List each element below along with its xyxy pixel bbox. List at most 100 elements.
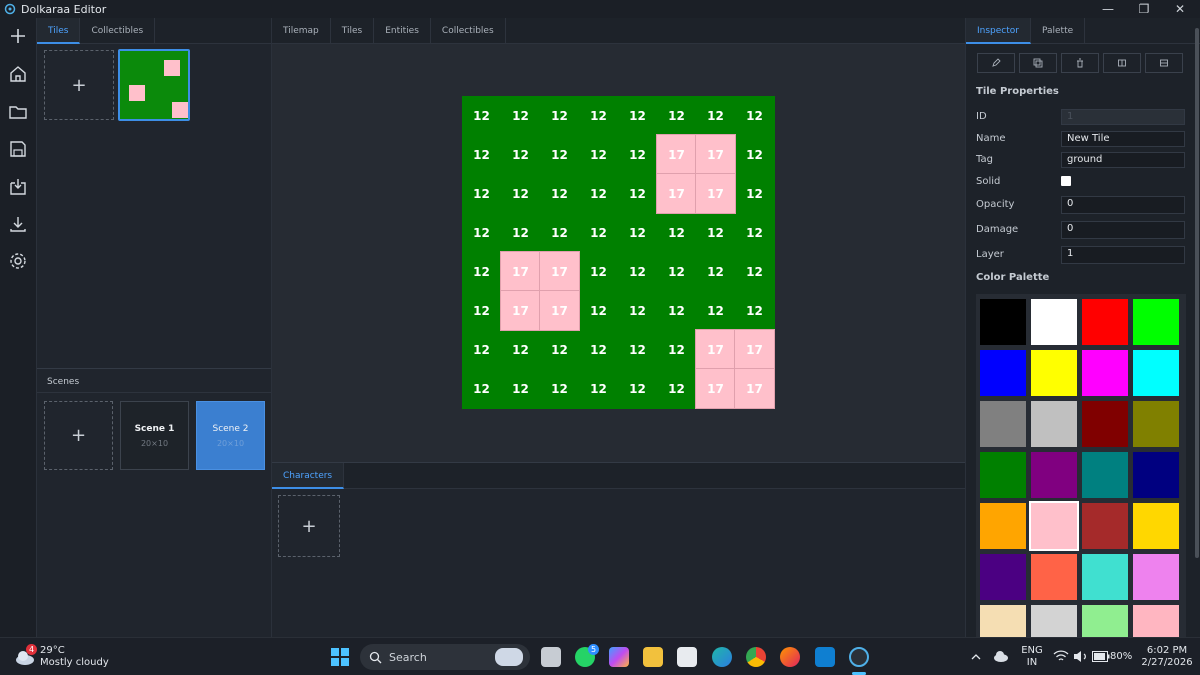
tilemap-cell[interactable]: 17 [734,329,775,370]
tilemap-cell[interactable]: 12 [462,174,501,213]
download-icon[interactable] [8,214,28,234]
weather-description[interactable]: Mostly cloudy [40,657,109,669]
color-swatch[interactable] [980,452,1026,498]
color-swatch[interactable] [1031,554,1077,600]
tilemap-cell[interactable]: 12 [657,96,696,135]
weather-temp[interactable]: 29°C [40,645,65,657]
tilemap-cell[interactable]: 12 [579,252,618,291]
onedrive-cloud-icon[interactable] [993,650,1009,662]
close-button[interactable]: ✕ [1162,0,1198,18]
task-view-icon[interactable] [541,647,561,667]
language-indicator[interactable]: ENG IN [1020,645,1044,669]
flip-horizontal-button[interactable] [1103,53,1141,73]
layer-field[interactable]: 1 [1061,246,1185,264]
color-swatch[interactable] [1031,401,1077,447]
tilemap-cell[interactable]: 12 [657,252,696,291]
add-scene-button[interactable]: + [44,401,113,470]
tilemap-cell[interactable]: 12 [540,213,579,252]
color-swatch[interactable] [1082,554,1128,600]
copilot-icon[interactable] [609,647,629,667]
tilemap-cell[interactable]: 12 [540,96,579,135]
tilemap-cell[interactable]: 12 [735,174,774,213]
store-icon[interactable] [677,647,697,667]
clock[interactable]: 6:02 PM 2/27/2026 [1140,645,1194,669]
tilemap-cell[interactable]: 17 [695,368,736,409]
tilemap-cell[interactable]: 12 [657,213,696,252]
tilemap-cell[interactable]: 12 [462,96,501,135]
taskbar-search[interactable]: Search [360,644,530,670]
tilemap-cell[interactable]: 12 [540,369,579,408]
tilemap-cell[interactable]: 12 [579,330,618,369]
home-icon[interactable] [8,64,28,84]
tilemap-cell[interactable]: 12 [735,213,774,252]
tilemap-cell[interactable]: 12 [462,213,501,252]
scene-card[interactable]: Scene 1 20×10 [120,401,189,470]
tilemap-cell[interactable]: 12 [618,330,657,369]
file-explorer-icon[interactable] [643,647,663,667]
edit-button[interactable] [977,53,1015,73]
minimize-button[interactable]: — [1090,0,1126,18]
tilemap-cell[interactable]: 12 [657,330,696,369]
tilemap-cell[interactable]: 12 [462,291,501,330]
damage-field[interactable]: 0 [1061,221,1185,239]
delete-button[interactable] [1061,53,1099,73]
tab-collectibles[interactable]: Collectibles [431,18,506,44]
color-swatch[interactable] [1133,299,1179,345]
tilemap-cell[interactable]: 12 [696,252,735,291]
tilemap-cell[interactable]: 12 [501,96,540,135]
opacity-field[interactable]: 0 [1061,196,1185,214]
color-swatch[interactable] [980,401,1026,447]
tilemap-cell[interactable]: 12 [462,135,501,174]
tilemap-cell[interactable]: 17 [695,134,736,175]
tilemap-cell[interactable]: 12 [657,369,696,408]
color-swatch[interactable] [980,554,1026,600]
tag-field[interactable]: ground [1061,152,1185,168]
tab-tiles[interactable]: Tiles [37,18,81,44]
color-swatch[interactable] [980,299,1026,345]
dolkaraa-editor-taskbar-icon[interactable] [849,647,869,667]
settings-icon[interactable] [8,251,28,271]
tab-characters[interactable]: Characters [272,463,345,489]
color-swatch[interactable] [1133,503,1179,549]
tilemap-cell[interactable]: 12 [618,96,657,135]
flip-vertical-button[interactable] [1145,53,1183,73]
tilemap-cell[interactable]: 12 [735,96,774,135]
tilemap-cell[interactable]: 12 [735,252,774,291]
tilemap-cell[interactable]: 12 [657,291,696,330]
tilemap-cell[interactable]: 12 [696,96,735,135]
color-swatch[interactable] [1133,452,1179,498]
color-swatch[interactable] [1082,350,1128,396]
tilemap-cell[interactable]: 12 [501,135,540,174]
tilemap-cell[interactable]: 17 [695,173,736,214]
tab-tilemap[interactable]: Tilemap [272,18,331,44]
tile-thumbnail[interactable] [118,49,190,121]
save-icon[interactable] [8,139,28,159]
add-character-button[interactable]: + [278,495,340,557]
tilemap-cell[interactable]: 17 [539,290,580,331]
tilemap-cell[interactable]: 12 [579,291,618,330]
tilemap-cell[interactable]: 12 [579,96,618,135]
color-swatch[interactable] [1133,350,1179,396]
color-swatch[interactable] [1031,299,1077,345]
solid-checkbox[interactable] [1061,176,1071,186]
tilemap-cell[interactable]: 12 [579,135,618,174]
tab-inspector[interactable]: Inspector [966,18,1031,44]
name-field[interactable]: New Tile [1061,131,1185,147]
edge-icon[interactable] [712,647,732,667]
tilemap-cell[interactable]: 17 [695,329,736,370]
chevron-up-icon[interactable] [970,652,982,662]
tilemap-cell[interactable]: 12 [618,135,657,174]
color-swatch[interactable] [1031,605,1077,637]
tilemap-cell[interactable]: 12 [696,291,735,330]
tilemap-cell[interactable]: 12 [618,174,657,213]
color-swatch[interactable] [1133,605,1179,637]
tilemap-cell[interactable]: 12 [618,291,657,330]
tilemap-cell[interactable]: 12 [696,213,735,252]
tilemap-cell[interactable]: 12 [579,213,618,252]
color-swatch[interactable] [1031,350,1077,396]
tilemap-cell[interactable]: 12 [462,330,501,369]
tilemap-cell[interactable]: 17 [500,290,541,331]
speaker-icon[interactable] [1073,650,1089,663]
color-swatch[interactable] [1029,501,1079,551]
tab-palette[interactable]: Palette [1031,18,1086,44]
